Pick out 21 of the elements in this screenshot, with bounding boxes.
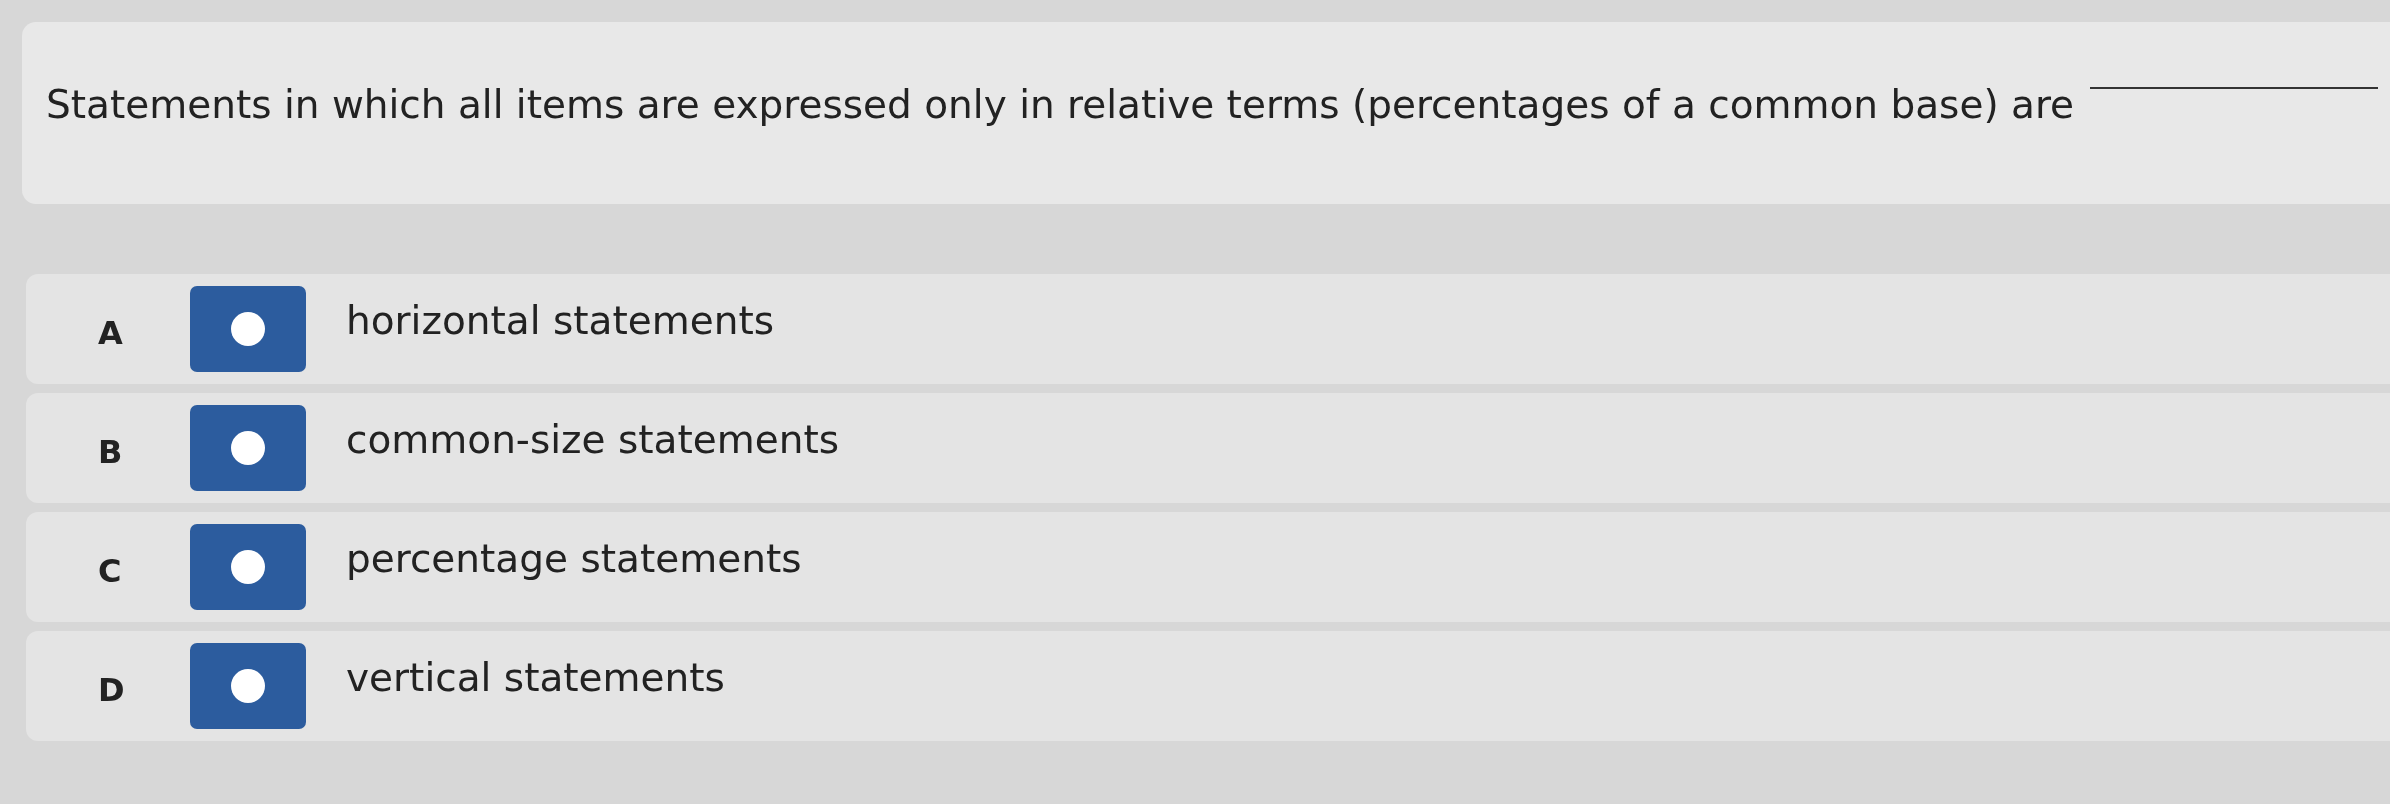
option-letter: B <box>97 432 124 472</box>
option-label: common-size statements <box>346 416 840 464</box>
option-label: vertical statements <box>346 654 725 702</box>
radio-circle-icon <box>231 431 265 465</box>
question-text: Statements in which all items are expressed only in relative terms (percentages of a common base) are <box>46 81 2075 129</box>
option-label: percentage statements <box>346 535 802 583</box>
option-row[interactable]: A horizontal statements <box>26 274 2390 384</box>
radio-button[interactable] <box>190 286 306 372</box>
radio-circle-icon <box>231 312 265 346</box>
option-letter: D <box>97 670 126 710</box>
radio-button[interactable] <box>190 643 306 729</box>
radio-button[interactable] <box>190 405 306 491</box>
option-row[interactable]: B common-size statements <box>26 393 2390 503</box>
radio-circle-icon <box>231 550 265 584</box>
option-letter: C <box>97 551 123 591</box>
option-letter: A <box>97 313 124 353</box>
option-row[interactable]: C percentage statements <box>26 512 2390 622</box>
option-row[interactable]: D vertical statements <box>26 631 2390 741</box>
radio-circle-icon <box>231 669 265 703</box>
radio-button[interactable] <box>190 524 306 610</box>
option-label: horizontal statements <box>346 297 775 345</box>
